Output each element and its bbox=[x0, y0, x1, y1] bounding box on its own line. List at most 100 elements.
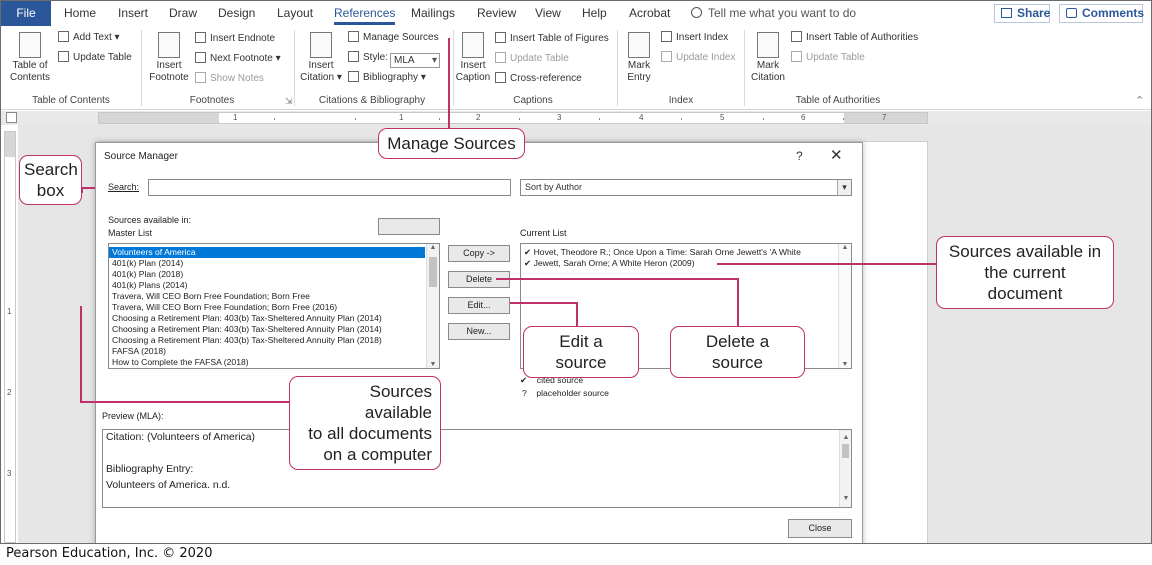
mark-entry-label: Mark Entry bbox=[627, 60, 651, 83]
tab-file[interactable]: File bbox=[1, 1, 51, 26]
cross-reference-label: Cross-reference bbox=[510, 73, 582, 84]
tab-review[interactable]: Review bbox=[477, 1, 516, 26]
tell-me-search[interactable]: Tell me what you want to do bbox=[691, 1, 856, 26]
list-item[interactable]: 401(k) Plan (2014) bbox=[109, 258, 439, 269]
mark-citation-icon bbox=[757, 32, 779, 58]
insert-table-of-authorities-button[interactable]: Insert Table of Authorities bbox=[791, 31, 918, 45]
add-text-button[interactable]: Add Text ▾ bbox=[58, 31, 120, 45]
cross-reference-button[interactable]: Cross-reference bbox=[495, 72, 582, 86]
style-selector[interactable]: Style: MLA bbox=[348, 51, 441, 68]
tab-draw[interactable]: Draw bbox=[169, 1, 197, 26]
scroll-up-icon[interactable]: ▲ bbox=[839, 244, 851, 251]
tab-view[interactable]: View bbox=[535, 1, 561, 26]
edit-button[interactable]: Edit... bbox=[448, 297, 510, 314]
copy-button[interactable]: Copy -> bbox=[448, 245, 510, 262]
collapse-ribbon-icon[interactable]: ⌃ bbox=[1135, 94, 1144, 107]
list-item[interactable]: FAFSA (2018) bbox=[109, 346, 439, 357]
scroll-thumb[interactable] bbox=[842, 444, 849, 458]
bibliography-icon bbox=[348, 71, 359, 82]
search-input[interactable] bbox=[148, 179, 511, 196]
endnote-icon bbox=[195, 32, 206, 43]
ruler-number: 1 bbox=[399, 113, 404, 122]
preview-bibliography-heading: Bibliography Entry: bbox=[106, 464, 194, 475]
scroll-up-icon[interactable]: ▲ bbox=[427, 244, 439, 251]
master-list[interactable]: Volunteers of America 401(k) Plan (2014)… bbox=[108, 243, 440, 369]
callout-line: on a computer bbox=[323, 445, 432, 464]
dialog-launcher-icon[interactable]: ⇲ bbox=[285, 96, 293, 107]
add-text-icon bbox=[58, 31, 69, 42]
preview-citation: Citation: (Volunteers of America) bbox=[106, 432, 255, 443]
scroll-thumb[interactable] bbox=[429, 257, 437, 287]
tab-help[interactable]: Help bbox=[582, 1, 607, 26]
insert-endnote-button[interactable]: Insert Endnote bbox=[195, 32, 275, 46]
close-icon[interactable]: ✕ bbox=[830, 146, 843, 164]
insert-table-of-figures-button[interactable]: Insert Table of Figures bbox=[495, 32, 609, 46]
new-button[interactable]: New... bbox=[448, 323, 510, 340]
list-item[interactable]: Travera, Will CEO Born Free Foundation; … bbox=[109, 291, 439, 302]
show-notes-button[interactable]: Show Notes bbox=[195, 72, 264, 86]
leader-line bbox=[717, 263, 937, 265]
tab-insert[interactable]: Insert bbox=[118, 1, 148, 26]
dialog-title: Source Manager bbox=[104, 151, 178, 162]
list-item[interactable]: 401(k) Plans (2014) bbox=[109, 280, 439, 291]
close-button[interactable]: Close bbox=[788, 519, 852, 538]
tab-design[interactable]: Design bbox=[218, 1, 255, 26]
update-table-toc-button[interactable]: Update Table bbox=[58, 51, 132, 65]
tab-selector[interactable] bbox=[6, 112, 17, 123]
tab-layout[interactable]: Layout bbox=[277, 1, 313, 26]
list-item[interactable]: Choosing a Retirement Plan: 403(b) Tax-S… bbox=[109, 324, 439, 335]
list-item[interactable]: Travera, Will CEO Born Free Foundation; … bbox=[109, 302, 439, 313]
list-item[interactable]: How to Complete the FAFSA (2018) bbox=[109, 357, 439, 368]
style-dropdown[interactable]: MLA bbox=[390, 53, 441, 68]
preview-box: Citation: (Volunteers of America) Biblio… bbox=[102, 429, 852, 508]
callout-search-box: Search box bbox=[19, 155, 82, 205]
update-table-captions-button[interactable]: Update Table bbox=[495, 52, 569, 66]
tab-acrobat[interactable]: Acrobat bbox=[629, 1, 670, 26]
update-table-toa-button[interactable]: Update Table bbox=[791, 51, 865, 65]
scroll-down-icon[interactable]: ▼ bbox=[427, 361, 439, 368]
next-footnote-icon bbox=[195, 52, 206, 63]
bibliography-button[interactable]: Bibliography ▾ bbox=[348, 71, 426, 85]
tab-mailings[interactable]: Mailings bbox=[411, 1, 455, 26]
insert-footnote-button[interactable]: Insert Footnote bbox=[146, 32, 192, 84]
update-table-icon bbox=[495, 52, 506, 63]
index-icon bbox=[661, 31, 672, 42]
mark-citation-button[interactable]: Mark Citation bbox=[748, 32, 788, 84]
table-of-contents-button[interactable]: Table of Contents bbox=[7, 32, 53, 84]
tab-references[interactable]: References bbox=[334, 1, 396, 26]
style-label: Style: bbox=[363, 52, 389, 63]
list-item[interactable]: Choosing a Retirement Plan: 403(b) Tax-S… bbox=[109, 313, 439, 324]
manage-sources-button[interactable]: Manage Sources bbox=[348, 31, 439, 45]
sort-dropdown[interactable]: Sort by Author ▾ bbox=[520, 179, 852, 196]
mark-entry-button[interactable]: Mark Entry bbox=[621, 32, 657, 84]
search-label: Search: bbox=[108, 182, 140, 192]
master-list-scrollbar[interactable]: ▲ ▼ bbox=[426, 244, 439, 368]
next-footnote-button[interactable]: Next Footnote ▾ bbox=[195, 52, 281, 66]
help-button[interactable]: ? bbox=[796, 149, 803, 163]
insert-caption-button[interactable]: Insert Caption bbox=[453, 32, 493, 84]
insert-index-button[interactable]: Insert Index bbox=[661, 31, 728, 45]
delete-button[interactable]: Delete bbox=[448, 271, 510, 288]
share-button[interactable]: Share bbox=[994, 4, 1050, 23]
update-index-button[interactable]: Update Index bbox=[661, 51, 736, 65]
scroll-down-icon[interactable]: ▼ bbox=[840, 491, 852, 507]
share-label: Share bbox=[1017, 6, 1051, 20]
group-citations: Citations & Bibliography bbox=[318, 95, 426, 106]
callout-current-document: Sources available in the current document bbox=[936, 236, 1114, 309]
browse-button[interactable] bbox=[378, 218, 440, 235]
vertical-ruler[interactable]: 1 2 3 bbox=[4, 131, 16, 543]
tab-home[interactable]: Home bbox=[64, 1, 96, 26]
ruler-number: 1 bbox=[233, 113, 238, 122]
comments-button[interactable]: Comments bbox=[1059, 4, 1144, 23]
share-icon bbox=[1001, 8, 1012, 18]
horizontal-ruler[interactable]: 1 1 2 3 4 5 6 7 bbox=[98, 112, 928, 124]
list-item[interactable]: ✔ Hovet, Theodore R.; Once Upon a Time: … bbox=[521, 247, 851, 258]
preview-bibliography-entry: Volunteers of America. n.d. bbox=[106, 480, 231, 491]
list-item[interactable]: Volunteers of America bbox=[109, 247, 425, 258]
preview-scrollbar[interactable]: ▲ ▼ bbox=[839, 430, 851, 507]
list-item[interactable]: 401(k) Plan (2018) bbox=[109, 269, 439, 280]
scroll-down-icon[interactable]: ▼ bbox=[839, 361, 851, 368]
ruler-number: 1 bbox=[7, 307, 12, 316]
list-item[interactable]: Choosing a Retirement Plan: 403(b) Tax-S… bbox=[109, 335, 439, 346]
insert-citation-button[interactable]: Insert Citation ▾ bbox=[298, 32, 344, 84]
